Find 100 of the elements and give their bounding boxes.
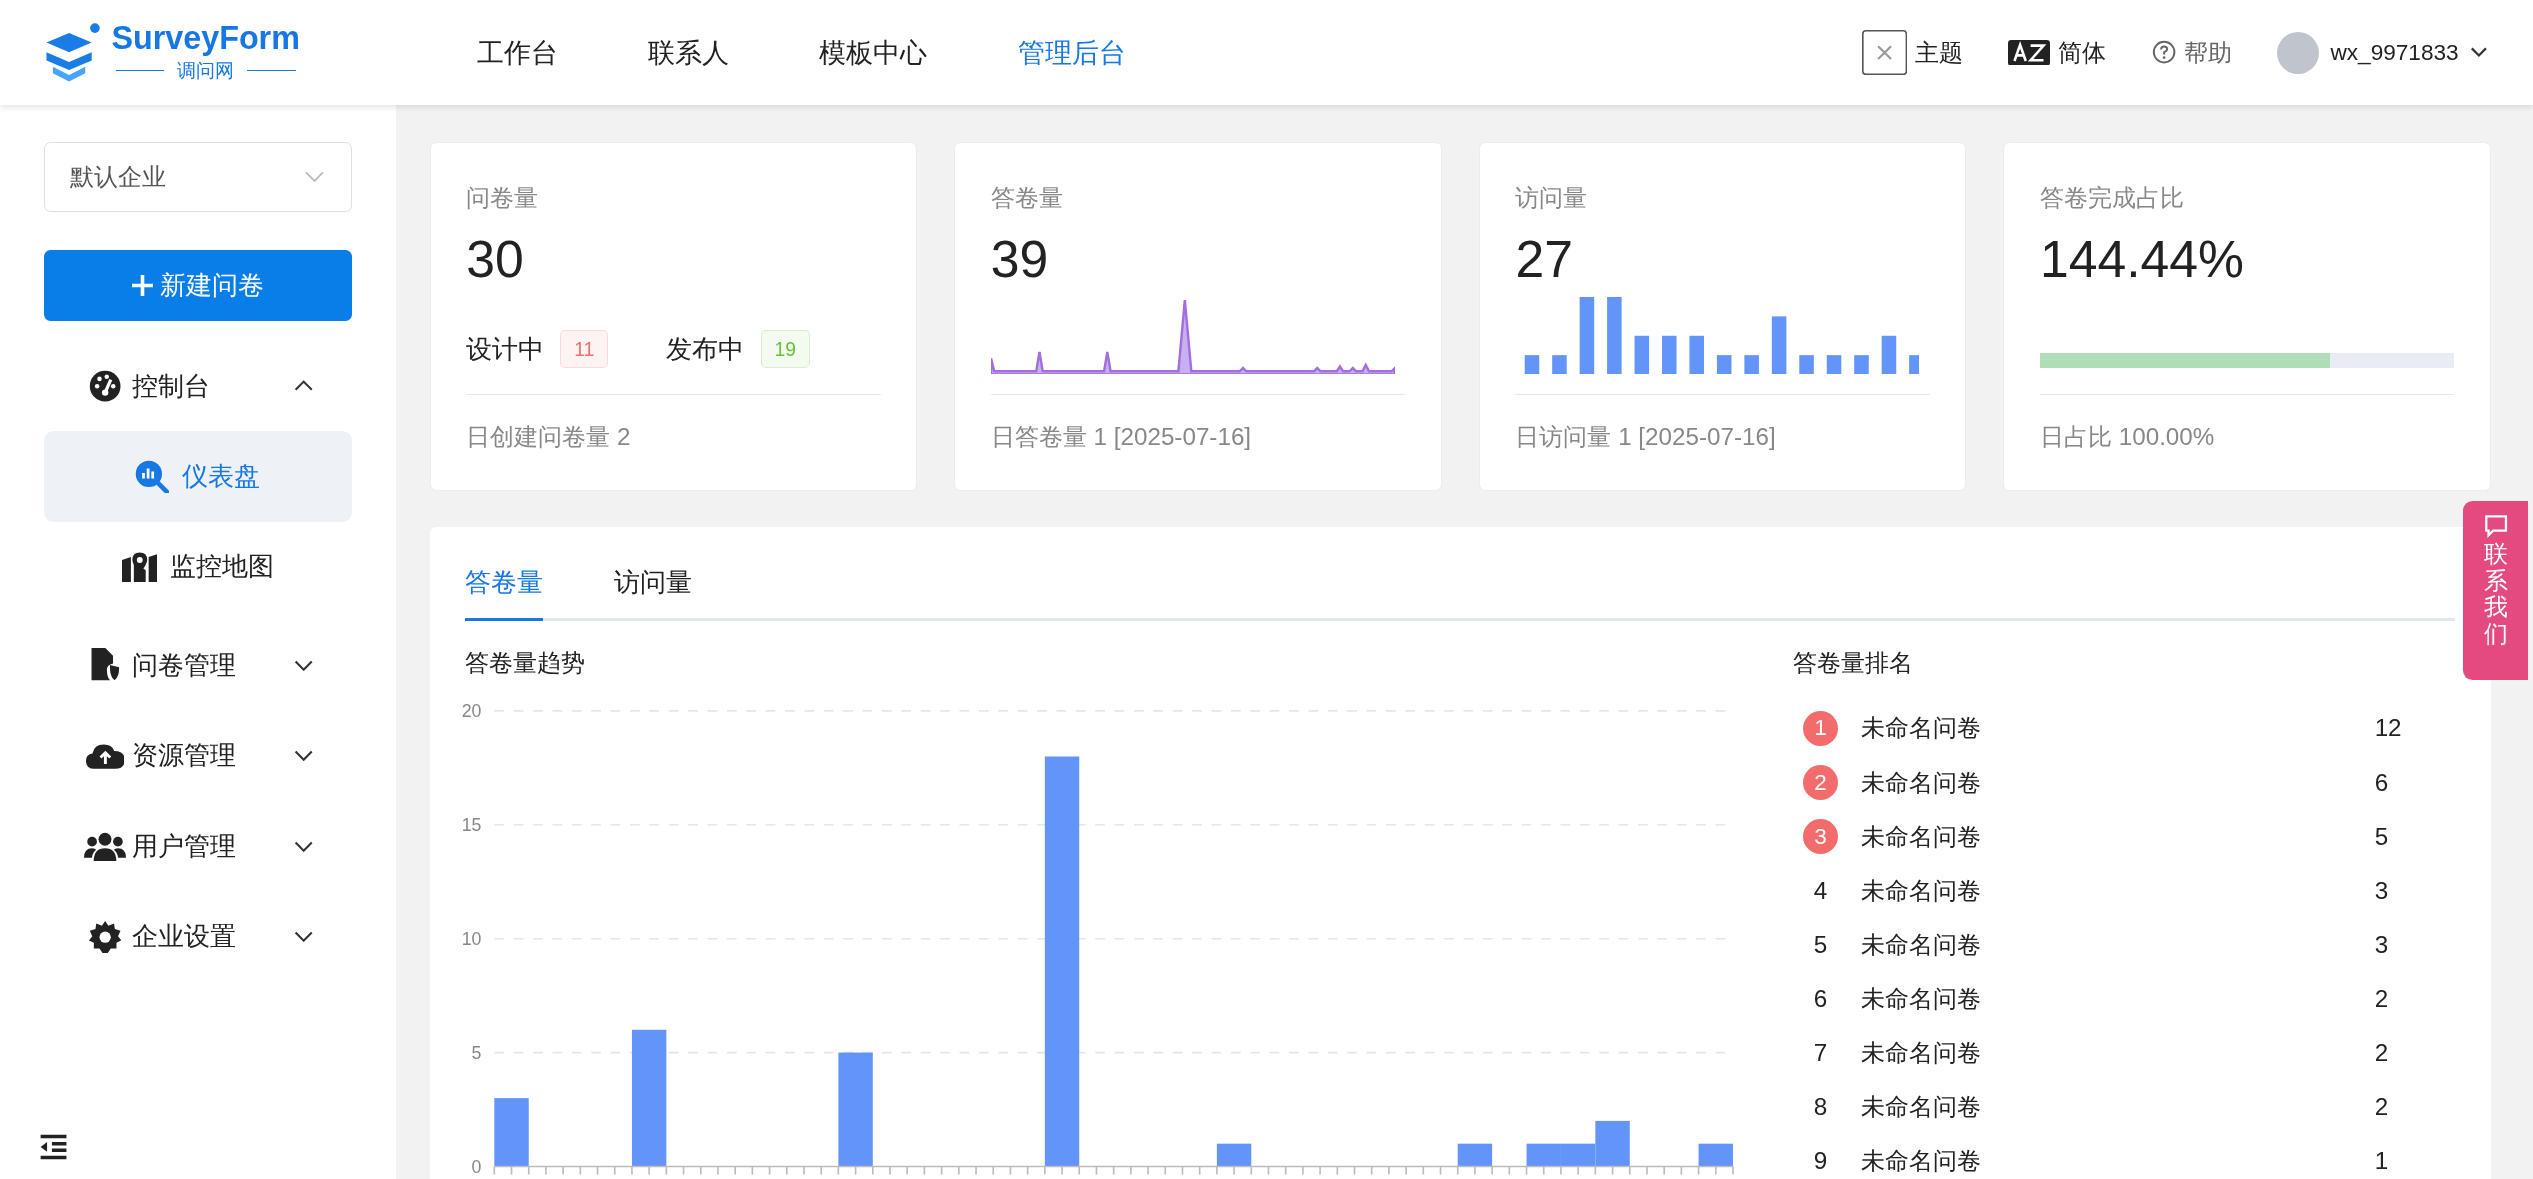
cloud-upload-icon — [85, 742, 125, 769]
rank-number: 5 — [1812, 930, 1829, 959]
logo-title: SurveyForm — [111, 21, 300, 57]
response-count: 5 — [2374, 822, 2390, 851]
map-pin-icon — [121, 551, 158, 583]
stat-value: 27 — [1515, 229, 1574, 291]
mini-bar — [1662, 335, 1677, 375]
count-tag: 19 — [760, 330, 810, 368]
rank-number: 8 — [1812, 1093, 1829, 1122]
help-button[interactable]: 帮助 — [2151, 36, 2232, 69]
mini-bar — [1525, 355, 1540, 375]
response-count: 2 — [2374, 1093, 2390, 1122]
survey-name: 未命名问卷 — [1860, 983, 1982, 1014]
tab[interactable]: 答卷量 — [465, 558, 544, 622]
response-count: 3 — [2374, 930, 2390, 959]
logo-subtitle: 调问网 — [115, 56, 296, 84]
ranking-title: 答卷量排名 — [1793, 647, 1915, 678]
theme-button[interactable]: 主题 — [1861, 29, 1964, 76]
menu-item[interactable]: 监控地图 — [43, 521, 353, 613]
menu-group[interactable]: 资源管理 — [43, 710, 353, 802]
plus-icon — [132, 275, 154, 297]
chart-bar — [1216, 1143, 1252, 1167]
chat-icon — [2483, 513, 2508, 538]
axis-label: 20 — [462, 701, 482, 722]
stat-footer: 日创建问卷量 2 — [466, 420, 881, 453]
chevron-down-icon — [304, 171, 326, 183]
menu-group[interactable]: 企业设置 — [43, 891, 353, 983]
chart-title: 答卷量趋势 — [465, 647, 587, 678]
language-button[interactable]: 简体 — [2008, 36, 2107, 69]
chevron-down-icon — [2469, 46, 2488, 59]
response-count: 2 — [2374, 1039, 2390, 1068]
stat-footer: 日占比 100.00% — [2040, 420, 2455, 453]
mini-bar — [1552, 355, 1568, 375]
survey-name: 未命名问卷 — [1860, 929, 1982, 960]
stat-title: 答卷完成占比 — [2040, 182, 2185, 213]
translate-icon — [2008, 39, 2051, 66]
chevron-down-icon — [294, 659, 314, 672]
response-count: 2 — [2374, 984, 2390, 1013]
menu-group[interactable]: 控制台 — [43, 340, 353, 432]
stat-title: 问卷量 — [466, 182, 540, 213]
stat-footer: 日访问量 1 [2025-07-16] — [1515, 420, 1930, 453]
survey-name: 未命名问卷 — [1860, 767, 1982, 798]
menu-group[interactable]: 问卷管理 — [43, 620, 353, 711]
chevron-down-icon — [294, 840, 314, 852]
menu-item[interactable]: 仪表盘 — [43, 431, 353, 522]
mini-bar — [1689, 335, 1705, 375]
survey-name: 未命名问卷 — [1860, 1092, 1982, 1123]
help-icon — [2151, 40, 2176, 65]
stat-footer: 日答卷量 1 [2025-07-16] — [990, 420, 1406, 453]
chevron-down-icon — [294, 750, 314, 762]
chart-bar — [1457, 1143, 1493, 1167]
rank-badge: 2 — [1802, 764, 1839, 801]
company-select[interactable]: 默认企业 — [43, 142, 353, 212]
survey-name: 未命名问卷 — [1860, 821, 1982, 852]
mini-bar — [1882, 335, 1897, 375]
survey-name: 未命名问卷 — [1860, 1146, 1982, 1177]
contact-us-button[interactable]: 联系我们 — [2463, 500, 2529, 681]
stat-value: 144.44% — [2040, 229, 2246, 291]
rank-badge: 3 — [1802, 818, 1839, 855]
mini-bar — [1909, 355, 1920, 375]
stat-title: 访问量 — [1515, 182, 1589, 213]
user-menu[interactable]: wx_9971833 — [2277, 31, 2488, 74]
mini-bar — [1744, 355, 1760, 375]
menu-group[interactable]: 用户管理 — [43, 801, 353, 892]
rank-badge: 1 — [1802, 710, 1839, 747]
file-shield-icon — [89, 648, 121, 683]
chevron-down-icon — [294, 931, 314, 943]
settings-icon — [88, 920, 122, 953]
new-survey-button[interactable]: 新建问卷 — [43, 250, 353, 322]
mini-bar — [1717, 355, 1732, 375]
mini-bar — [1634, 335, 1650, 375]
dashboard-icon — [88, 369, 122, 403]
collapse-menu-icon[interactable] — [38, 1134, 68, 1160]
nav-link[interactable]: 联系人 — [648, 34, 729, 71]
axis-label: 15 — [462, 815, 482, 836]
count-tag: 11 — [560, 330, 609, 368]
chart-bar — [1698, 1143, 1733, 1167]
tab[interactable]: 访问量 — [614, 558, 693, 622]
status-label: 设计中 — [466, 333, 545, 365]
chart-search-icon — [135, 459, 170, 494]
nav-link[interactable]: 模板中心 — [819, 34, 928, 71]
stat-title: 答卷量 — [990, 182, 1064, 213]
chart-bar — [1526, 1143, 1561, 1167]
chevron-up-icon — [294, 380, 314, 392]
mini-bar — [1772, 316, 1787, 375]
survey-name: 未命名问卷 — [1860, 875, 1982, 906]
chart-bar — [494, 1098, 529, 1167]
nav-link[interactable]: 工作台 — [476, 34, 558, 71]
rank-number: 9 — [1812, 1147, 1829, 1176]
mini-bar — [1799, 355, 1815, 375]
stat-value: 30 — [466, 229, 525, 291]
axis-label: 5 — [471, 1043, 482, 1064]
status-label: 发布中 — [666, 333, 745, 365]
users-icon — [84, 831, 126, 861]
axis-label: 10 — [462, 929, 482, 950]
close-icon — [1861, 29, 1908, 76]
response-count: 3 — [2374, 876, 2390, 905]
nav-link[interactable]: 管理后台 — [1017, 34, 1126, 71]
stat-value: 39 — [990, 229, 1050, 291]
survey-name: 未命名问卷 — [1860, 1038, 1982, 1069]
